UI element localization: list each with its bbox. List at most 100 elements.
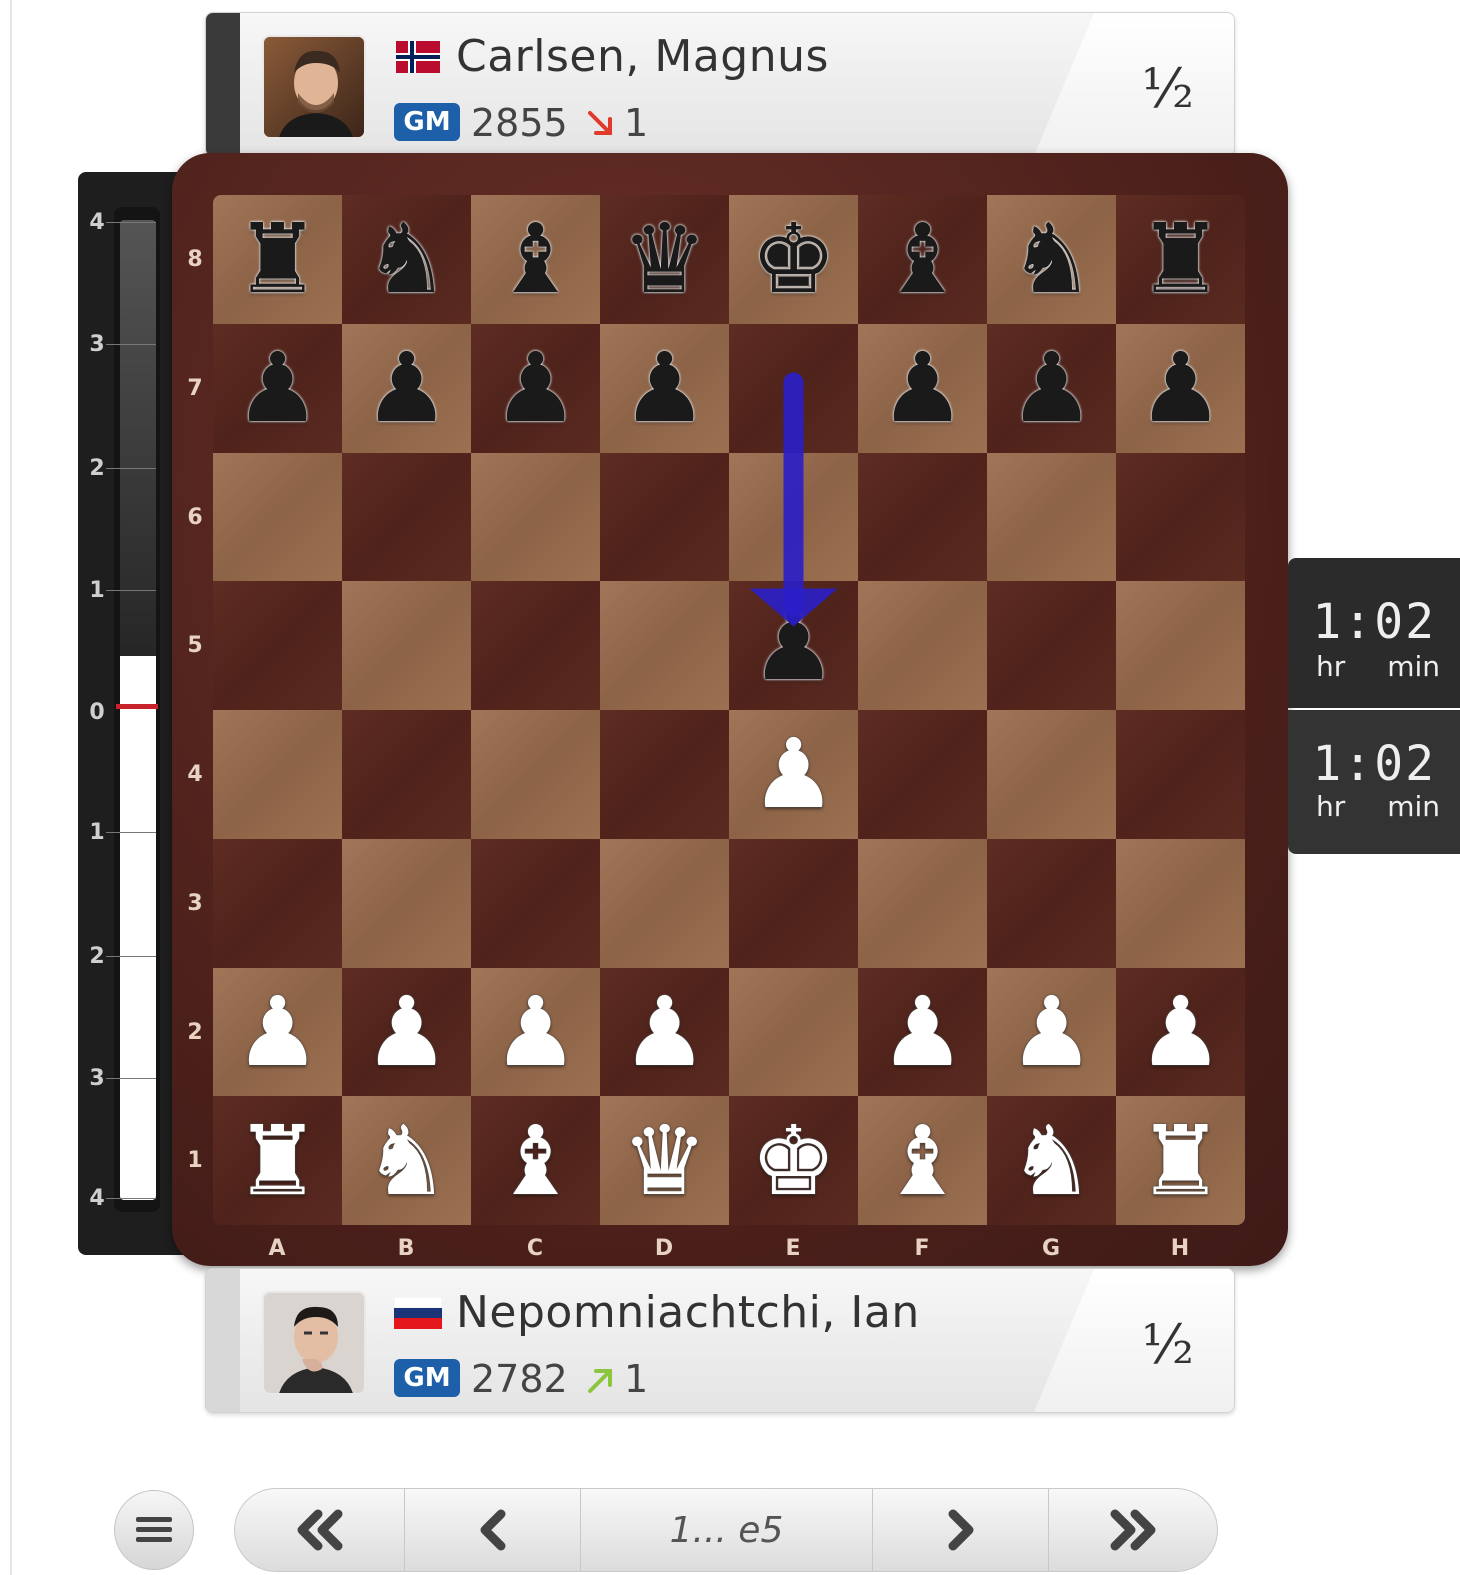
black-king-icon[interactable]: ♚ — [750, 211, 836, 307]
white-knight-icon[interactable]: ♞ — [363, 1113, 449, 1209]
white-bishop-icon[interactable]: ♝ — [492, 1113, 578, 1209]
last-move-button[interactable] — [1049, 1489, 1217, 1571]
square-b8[interactable]: ♞ — [342, 195, 471, 324]
black-bishop-icon[interactable]: ♝ — [492, 211, 578, 307]
square-d1[interactable]: ♛ — [600, 1096, 729, 1225]
white-pawn-icon[interactable]: ♟ — [621, 984, 707, 1080]
square-d3[interactable] — [600, 838, 729, 968]
white-pawn-icon[interactable]: ♟ — [234, 984, 320, 1080]
square-e7[interactable] — [729, 323, 858, 453]
white-king-icon[interactable]: ♚ — [750, 1113, 836, 1209]
white-pawn-icon[interactable]: ♟ — [879, 984, 965, 1080]
square-d4[interactable] — [600, 710, 729, 839]
square-e1[interactable]: ♚ — [729, 1096, 858, 1225]
square-g4[interactable] — [987, 710, 1116, 839]
square-f5[interactable] — [858, 581, 987, 710]
white-rook-icon[interactable]: ♜ — [1137, 1113, 1223, 1209]
player-name[interactable]: Carlsen, Magnus — [456, 31, 829, 82]
square-e5[interactable]: ♟ — [729, 581, 858, 710]
square-e4[interactable]: ♟ — [729, 710, 858, 839]
black-pawn-icon[interactable]: ♟ — [879, 340, 965, 436]
square-b4[interactable] — [342, 710, 471, 839]
black-queen-icon[interactable]: ♛ — [621, 211, 707, 307]
chess-board[interactable]: ♜ ♞ ♝ ♛ ♚ ♝ ♞ ♜ ♟ ♟ ♟ ♟ ♟ ♟ ♟ ♟ ♟ ♟ ♟ ♟ ♟ ♟ ♟ ♟ ♜ ♞ ♝ ♛ ♚ ♝ ♞ ♜ — [213, 195, 1245, 1225]
square-h8[interactable]: ♜ — [1116, 195, 1245, 324]
square-g3[interactable] — [987, 838, 1116, 968]
square-c5[interactable] — [471, 581, 600, 710]
square-f7[interactable]: ♟ — [858, 323, 987, 453]
square-f3[interactable] — [858, 838, 987, 968]
player-avatar-carlsen[interactable] — [262, 35, 366, 139]
square-a7[interactable]: ♟ — [213, 323, 342, 453]
square-h1[interactable]: ♜ — [1116, 1096, 1245, 1225]
white-pawn-icon[interactable]: ♟ — [492, 984, 578, 1080]
square-c1[interactable]: ♝ — [471, 1096, 600, 1225]
square-d7[interactable]: ♟ — [600, 323, 729, 453]
white-knight-icon[interactable]: ♞ — [1008, 1113, 1094, 1209]
square-d8[interactable]: ♛ — [600, 195, 729, 324]
black-pawn-icon[interactable]: ♟ — [1137, 340, 1223, 436]
square-e8[interactable]: ♚ — [729, 195, 858, 324]
white-pawn-icon[interactable]: ♟ — [363, 984, 449, 1080]
square-b3[interactable] — [342, 838, 471, 968]
square-c2[interactable]: ♟ — [471, 967, 600, 1097]
black-knight-icon[interactable]: ♞ — [1008, 211, 1094, 307]
previous-move-button[interactable] — [405, 1489, 581, 1571]
white-pawn-icon[interactable]: ♟ — [1137, 984, 1223, 1080]
square-b7[interactable]: ♟ — [342, 323, 471, 453]
square-c6[interactable] — [471, 452, 600, 582]
white-rook-icon[interactable]: ♜ — [234, 1113, 320, 1209]
square-f4[interactable] — [858, 710, 987, 839]
square-b6[interactable] — [342, 452, 471, 582]
square-c7[interactable]: ♟ — [471, 323, 600, 453]
square-a8[interactable]: ♜ — [213, 195, 342, 324]
player-name[interactable]: Nepomniachtchi, Ian — [456, 1287, 920, 1338]
square-h3[interactable] — [1116, 838, 1245, 968]
square-d6[interactable] — [600, 452, 729, 582]
black-rook-icon[interactable]: ♜ — [1137, 211, 1223, 307]
black-pawn-icon[interactable]: ♟ — [492, 340, 578, 436]
square-f6[interactable] — [858, 452, 987, 582]
square-c3[interactable] — [471, 838, 600, 968]
black-rook-icon[interactable]: ♜ — [234, 211, 320, 307]
square-f2[interactable]: ♟ — [858, 967, 987, 1097]
square-e2[interactable] — [729, 967, 858, 1097]
square-g6[interactable] — [987, 452, 1116, 582]
menu-button[interactable] — [114, 1490, 194, 1570]
square-c8[interactable]: ♝ — [471, 195, 600, 324]
square-h6[interactable] — [1116, 452, 1245, 582]
square-c4[interactable] — [471, 710, 600, 839]
black-knight-icon[interactable]: ♞ — [363, 211, 449, 307]
square-g2[interactable]: ♟ — [987, 967, 1116, 1097]
square-f8[interactable]: ♝ — [858, 195, 987, 324]
black-pawn-icon[interactable]: ♟ — [750, 598, 836, 694]
square-h2[interactable]: ♟ — [1116, 967, 1245, 1097]
white-bishop-icon[interactable]: ♝ — [879, 1113, 965, 1209]
black-pawn-icon[interactable]: ♟ — [363, 340, 449, 436]
square-a3[interactable] — [213, 838, 342, 968]
square-f1[interactable]: ♝ — [858, 1096, 987, 1225]
black-pawn-icon[interactable]: ♟ — [621, 340, 707, 436]
square-d2[interactable]: ♟ — [600, 967, 729, 1097]
black-pawn-icon[interactable]: ♟ — [1008, 340, 1094, 436]
black-pawn-icon[interactable]: ♟ — [234, 340, 320, 436]
white-queen-icon[interactable]: ♛ — [621, 1113, 707, 1209]
square-g7[interactable]: ♟ — [987, 323, 1116, 453]
square-a1[interactable]: ♜ — [213, 1096, 342, 1225]
square-d5[interactable] — [600, 581, 729, 710]
square-b2[interactable]: ♟ — [342, 967, 471, 1097]
square-h5[interactable] — [1116, 581, 1245, 710]
white-pawn-icon[interactable]: ♟ — [1008, 984, 1094, 1080]
current-move-display[interactable]: 1... e5 — [581, 1489, 873, 1571]
square-a4[interactable] — [213, 710, 342, 839]
square-h7[interactable]: ♟ — [1116, 323, 1245, 453]
next-move-button[interactable] — [873, 1489, 1049, 1571]
square-g1[interactable]: ♞ — [987, 1096, 1116, 1225]
square-h4[interactable] — [1116, 710, 1245, 839]
square-a2[interactable]: ♟ — [213, 967, 342, 1097]
white-pawn-icon[interactable]: ♟ — [750, 726, 836, 822]
square-e3[interactable] — [729, 838, 858, 968]
player-avatar-nepomniachtchi[interactable] — [262, 1291, 366, 1395]
first-move-button[interactable] — [235, 1489, 405, 1571]
square-a6[interactable] — [213, 452, 342, 582]
